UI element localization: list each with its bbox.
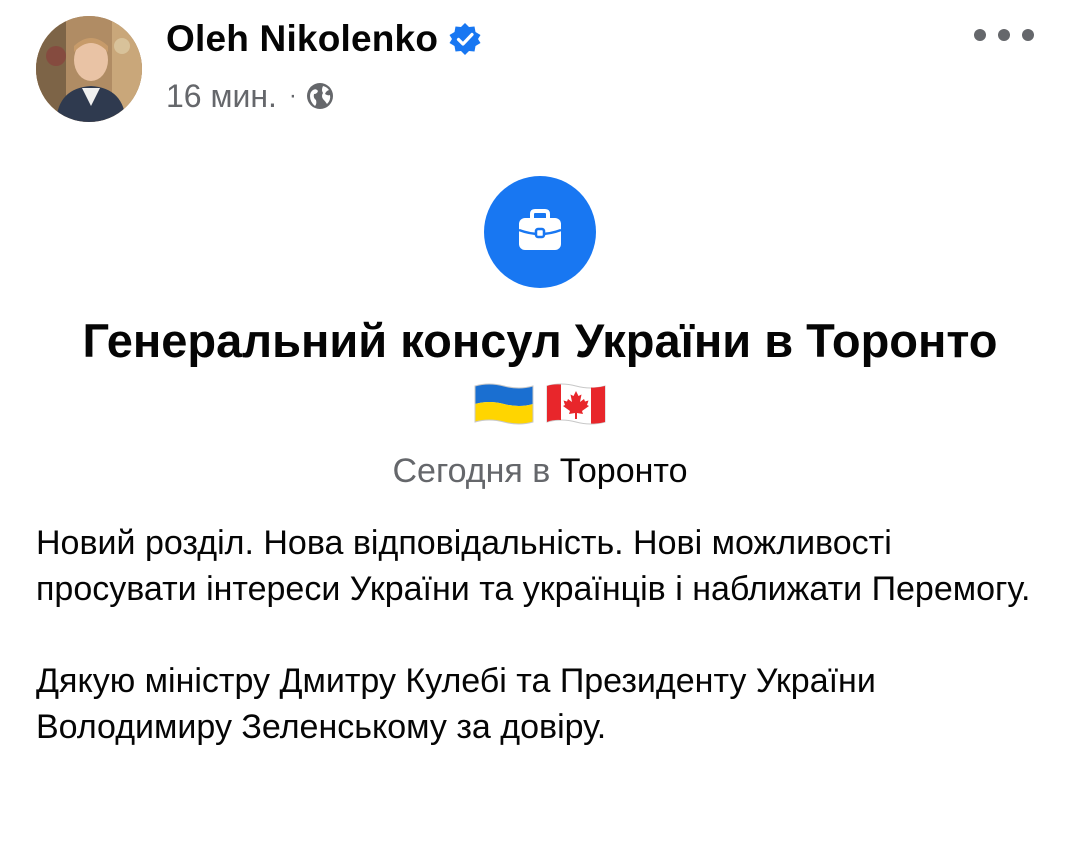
more-dot-icon — [998, 29, 1010, 41]
event-date: Сегодня в — [392, 452, 551, 490]
post-paragraph: Новий розділ. Нова відповідальність. Нов… — [36, 524, 1031, 608]
post-text: Новий розділ. Нова відповідальність. Нов… — [36, 520, 1056, 796]
post-meta: 16 мин. · — [166, 76, 335, 116]
briefcase-icon — [484, 176, 596, 288]
globe-icon[interactable] — [305, 81, 335, 111]
flags-row — [0, 378, 1080, 438]
life-event-subtitle: Сегодня в Торонто — [0, 452, 1080, 491]
avatar-image — [36, 16, 142, 122]
more-dot-icon — [1022, 29, 1034, 41]
canada-flag-icon — [546, 383, 606, 425]
life-event: Генеральний консул України в Торонто Сег… — [0, 176, 1080, 491]
life-event-title: Генеральний консул України в Торонто — [82, 314, 998, 367]
post-paragraph: Дякую міністру Дмитру Кулебі та Президен… — [36, 662, 876, 746]
event-location[interactable]: Торонто — [560, 452, 688, 490]
meta-separator: · — [288, 82, 297, 109]
post-timestamp[interactable]: 16 мин. — [166, 78, 277, 115]
avatar[interactable] — [36, 16, 142, 122]
more-options-button[interactable] — [974, 20, 1034, 50]
verified-badge-icon — [448, 22, 482, 56]
more-dot-icon — [974, 29, 986, 41]
ukraine-flag-icon — [474, 383, 534, 425]
post-header: Oleh Nikolenko 16 мин. · — [0, 0, 1080, 140]
author-row: Oleh Nikolenko — [166, 16, 482, 62]
author-name[interactable]: Oleh Nikolenko — [166, 18, 438, 60]
